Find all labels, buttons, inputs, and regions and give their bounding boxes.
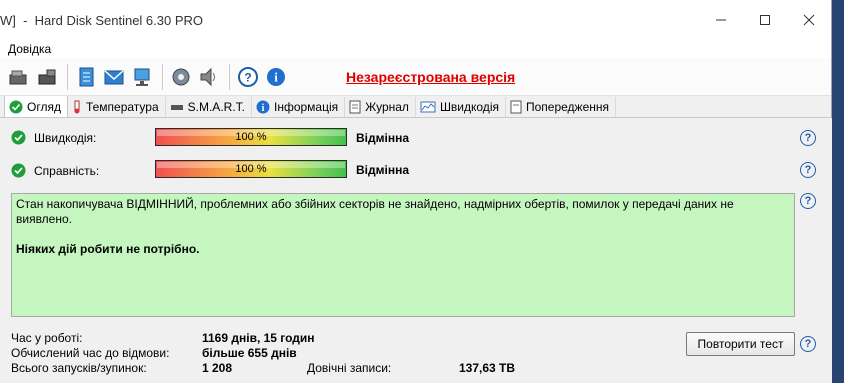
performance-row: Швидкодія: [11,130,96,145]
performance-rating: Відмінна [356,131,409,145]
health-bar: 100 % [155,160,347,178]
smart-icon [170,105,183,110]
tab-information[interactable]: i Інформація [252,97,346,117]
disk-refresh-button[interactable] [6,64,32,90]
disk-button[interactable] [34,64,60,90]
tab-bar: Огляд Температура S.M.A.R.T. i Інформаці… [0,95,831,118]
performance-bar: 100 % [155,128,347,146]
tab-journal[interactable]: Журнал [345,97,416,117]
minimize-button[interactable] [698,0,744,40]
mail-button[interactable] [101,64,127,90]
status-recommendation: Ніяких дій робити не потрібно. [16,242,200,256]
tab-overview[interactable]: Огляд [4,95,68,117]
tab-label: Температура [85,100,159,114]
sound-icon [200,67,215,86]
close-button[interactable] [786,0,832,40]
status-description: Стан накопичувача ВІДМІННИЙ, проблемних … [16,197,734,226]
toolbar-separator [67,63,68,90]
health-help-icon[interactable]: ? [800,162,816,178]
help-icon: ? [238,66,258,87]
tab-label: Огляд [27,99,61,114]
power-on-label: Час у роботі: [11,331,83,345]
report-button[interactable] [73,64,99,90]
maximize-icon [760,15,770,25]
app-window: W] - Hard Disk Sentinel 6.30 PRO Довідка [0,0,832,383]
toolbar-separator [162,63,163,90]
tab-label: Інформація [273,100,339,114]
svg-text:i: i [274,69,278,84]
toolbar: ? i Незареєстрована версія [0,58,831,96]
title-bar: W] - Hard Disk Sentinel 6.30 PRO [0,0,831,40]
lifetime-writes-value: 137,63 TB [459,361,516,375]
thermometer-icon [74,100,80,114]
tab-label: Журнал [365,100,409,114]
performance-help-icon[interactable]: ? [800,130,816,146]
power-on-value: 1169 днів, 15 годин [202,331,315,345]
performance-icon [420,101,436,113]
estimated-lifetime-value: більше 655 днів [202,346,297,360]
tab-performance[interactable]: Швидкодія [416,97,506,117]
window-title: W] - Hard Disk Sentinel 6.30 PRO [0,12,204,28]
disk-icon [38,69,56,84]
status-help-icon[interactable]: ? [800,193,816,209]
tab-alerts[interactable]: Попередження [506,97,616,117]
tab-label: Швидкодія [439,100,499,114]
report-icon [79,67,94,86]
retest-help-icon[interactable]: ? [800,336,816,352]
tab-label: S.M.A.R.T. [187,100,245,114]
tab-temperature[interactable]: Температура [68,97,166,117]
health-row: Справність: [11,163,99,178]
health-bar-text: 100 % [235,163,267,175]
toolbar-separator [229,63,230,90]
check-icon [9,100,23,113]
health-rating: Відмінна [356,163,409,177]
svg-text:?: ? [244,70,251,84]
tab-smart[interactable]: S.M.A.R.T. [166,97,252,117]
close-icon [803,14,815,26]
menu-item-help[interactable]: Довідка [8,42,51,56]
start-stop-label: Всього запусків/зупинок: [11,361,147,375]
performance-label: Швидкодія: [34,130,97,145]
lifetime-writes-label: Довічні записи: [307,361,392,375]
health-label: Справність: [34,163,100,178]
info-icon: i [267,67,285,86]
performance-bar-text: 100 % [235,131,267,143]
network-icon [134,68,150,86]
sound-button[interactable] [196,64,222,90]
alert-icon [510,100,522,114]
start-stop-value: 1 208 [202,361,233,375]
journal-icon [349,100,361,114]
check-icon [11,130,26,145]
settings-button[interactable] [168,64,194,90]
minimize-icon [716,19,726,21]
disk-refresh-icon [9,70,27,84]
menu-bar: Довідка [0,40,831,58]
info-button[interactable]: i [263,64,289,90]
check-icon [11,163,26,178]
overview-panel: Швидкодія: 100 % Відмінна ? Справність: … [0,118,832,383]
maximize-button[interactable] [742,0,788,40]
status-text-box: Стан накопичувача ВІДМІННИЙ, проблемних … [11,193,795,317]
svg-text:i: i [262,103,265,114]
settings-icon [172,68,190,85]
info-icon: i [256,100,270,114]
estimated-lifetime-label: Обчислений час до відмови: [11,346,170,360]
retest-button[interactable]: Повторити тест [686,332,795,356]
mail-icon [104,69,124,84]
unregistered-link[interactable]: Незареєстрована версія [346,69,515,85]
help-button[interactable]: ? [235,64,261,90]
tab-label: Попередження [525,100,609,114]
network-button[interactable] [129,64,155,90]
